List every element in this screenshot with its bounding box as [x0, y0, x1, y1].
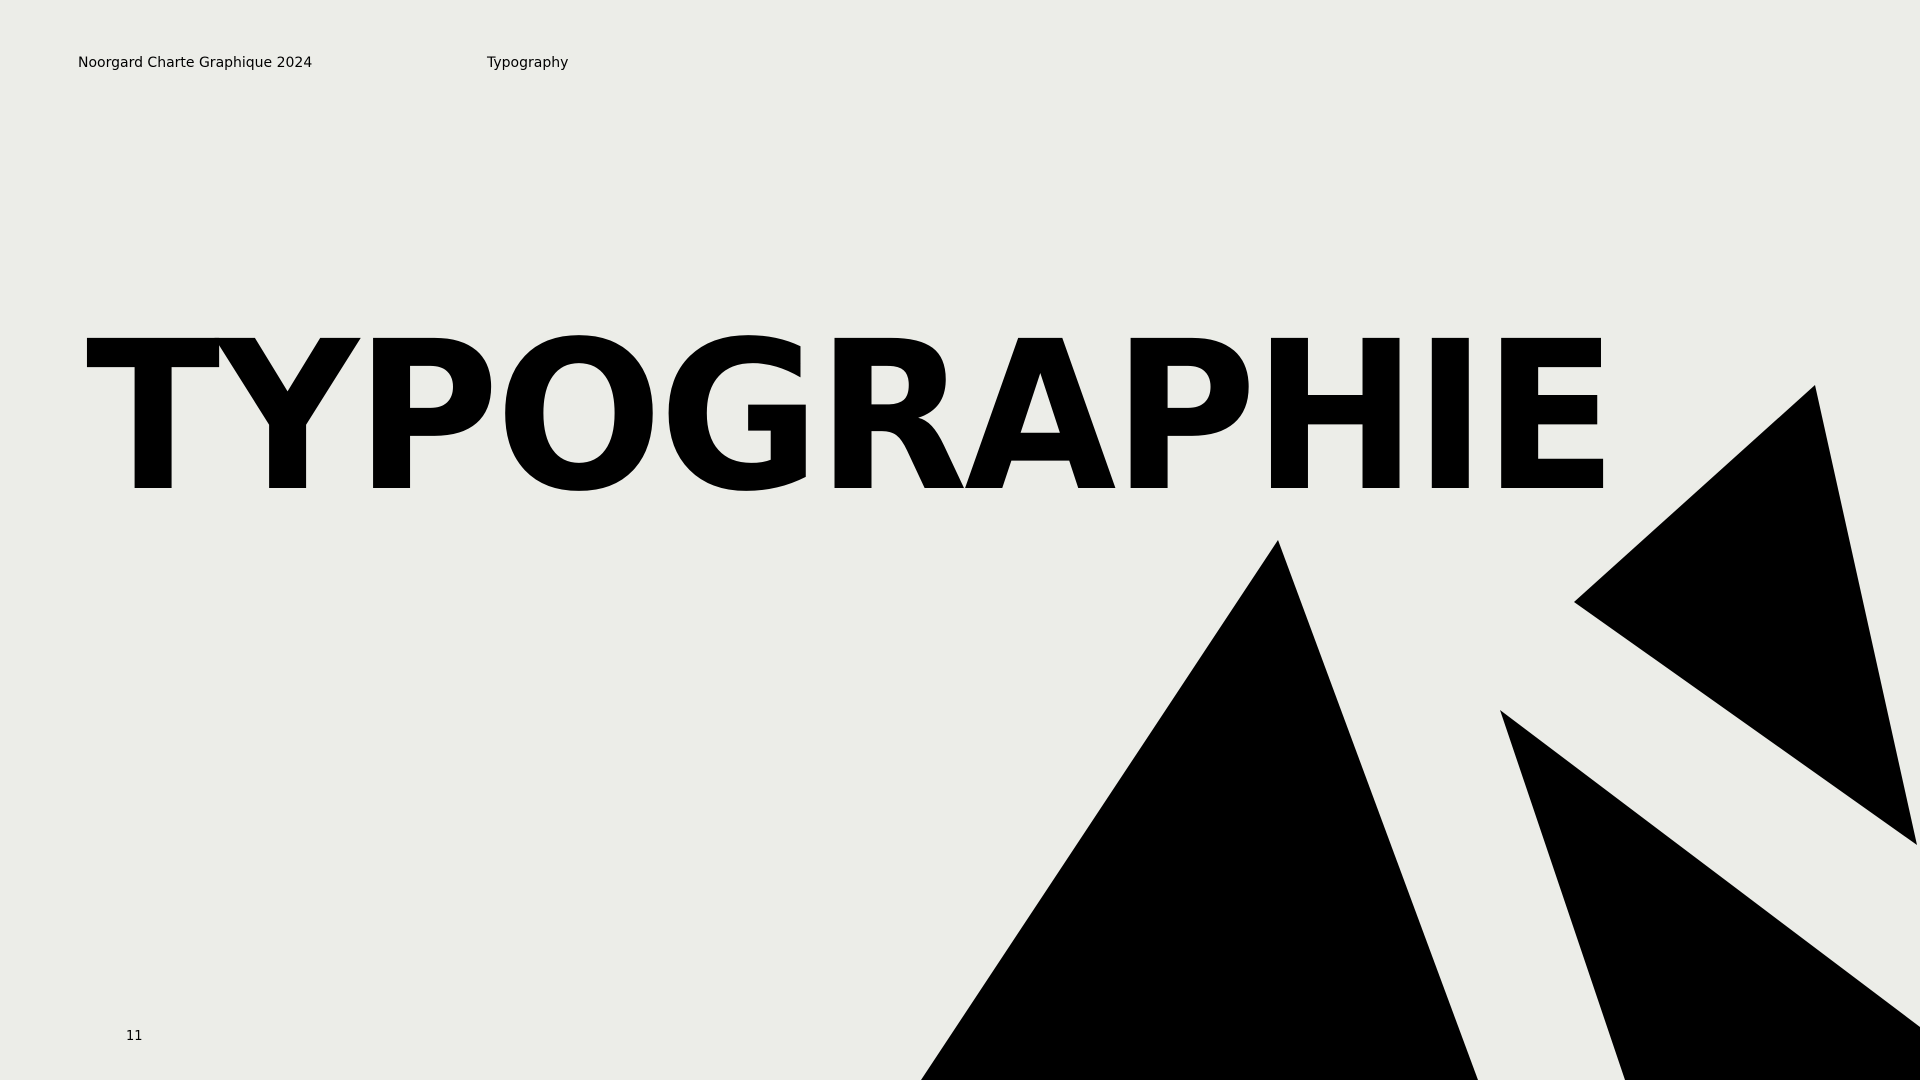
- slide: Noorgard Charte Graphique 2024 Typograph…: [0, 0, 1920, 1080]
- triangle-shape-large: [921, 540, 1478, 1080]
- triangle-shape-upper-right: [1574, 385, 1917, 845]
- decorative-triangles: [921, 385, 1920, 1080]
- page-number: 11: [126, 1029, 143, 1044]
